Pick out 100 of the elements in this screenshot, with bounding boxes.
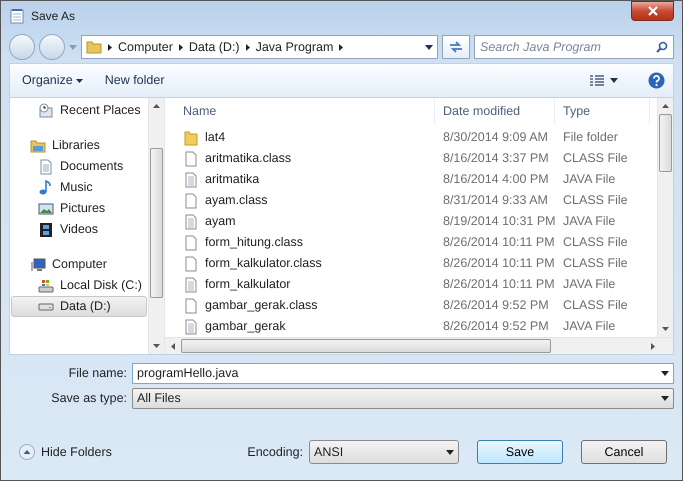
sidebar-item[interactable]: Computer: [11, 254, 147, 275]
date-modified: 8/30/2014 9:09 AM: [442, 129, 549, 146]
selected-sidebar-item[interactable]: Data (D:): [11, 296, 147, 317]
file-name[interactable]: gambar_gerak.class: [205, 296, 318, 315]
date-modified: 8/19/2014 10:31 PM: [442, 213, 555, 230]
file-list-scrollbar[interactable]: [657, 98, 673, 337]
blank-file-icon: [183, 256, 199, 272]
encoding-label: Encoding:: [247, 444, 303, 461]
search-icon: [656, 41, 668, 53]
file-type: CLASS File: [562, 234, 629, 252]
blank-file-icon: [183, 298, 199, 314]
save-button[interactable]: Save: [477, 440, 563, 464]
hide-folders-button[interactable]: Hide Folders: [19, 442, 112, 462]
scroll-thumb[interactable]: [659, 114, 672, 172]
new-folder-button[interactable]: New folder: [100, 69, 168, 92]
file-name-label: File name:: [68, 365, 127, 382]
dropdown-arrow-icon: [425, 44, 433, 50]
dropdown-arrow-icon: [661, 396, 669, 401]
chevron-icon: [246, 44, 250, 50]
organize-button[interactable]: Organize: [18, 69, 87, 92]
file-type: CLASS File: [562, 192, 629, 210]
address-bar[interactable]: Computer Data (D:) Java Program: [81, 35, 438, 59]
music-note-icon: [38, 180, 54, 196]
list-view-icon: [590, 74, 604, 86]
document-icon: [38, 158, 54, 174]
blank-file-icon: [183, 150, 199, 166]
sidebar-item[interactable]: Local Disk (C:): [11, 275, 147, 296]
breadcrumb[interactable]: Computer: [118, 38, 173, 56]
scroll-left-arrow-icon[interactable]: [171, 342, 175, 350]
blank-file-icon: [183, 192, 199, 208]
caret-icon: [610, 78, 618, 83]
film-strip-icon: [38, 222, 54, 238]
file-name[interactable]: form_hitung.class: [205, 233, 303, 252]
search-field[interactable]: Search Java Program: [474, 35, 674, 59]
horizontal-scrollbar[interactable]: [165, 337, 673, 354]
file-type: CLASS File: [562, 297, 629, 314]
chevron-icon: [339, 44, 344, 50]
forward-button[interactable]: [39, 34, 65, 60]
file-type: JAVA File: [562, 213, 616, 230]
scroll-right-arrow-icon[interactable]: [651, 342, 655, 350]
file-name[interactable]: aritmatika.class: [205, 149, 292, 168]
file-type: JAVA File: [562, 276, 616, 294]
date-modified: 8/26/2014 10:11 PM: [442, 234, 555, 252]
save-type-dropdown[interactable]: All Files: [132, 388, 674, 409]
file-name[interactable]: form_kalkulator: [205, 275, 290, 294]
save-type-label: Save as type:: [50, 390, 127, 408]
date-modified: 8/26/2014 9:52 PM: [442, 297, 550, 314]
text-file-icon: [183, 172, 199, 188]
sidebar-item[interactable]: Documents: [11, 156, 147, 177]
hard-disk-icon: [38, 278, 54, 294]
caret-icon: [76, 78, 83, 82]
breadcrumb[interactable]: Data (D:): [188, 38, 240, 56]
back-button[interactable]: [9, 34, 35, 60]
file-type: CLASS File: [562, 150, 629, 168]
dropdown-arrow-icon: [661, 371, 669, 376]
column-header[interactable]: Type: [555, 98, 650, 124]
file-name[interactable]: ayam.class: [205, 191, 268, 210]
file-type: File folder: [562, 129, 619, 146]
text-file-icon: [183, 318, 199, 334]
chevron-icon: [178, 44, 183, 50]
window-title: Save As: [31, 8, 76, 25]
dropdown-arrow-icon: [446, 450, 454, 454]
folder-icon: [183, 130, 199, 146]
sidebar-item[interactable]: Music: [11, 177, 147, 198]
file-type: CLASS File: [562, 255, 629, 272]
scroll-down-arrow-icon[interactable]: [153, 344, 160, 348]
date-modified: 8/26/2014 9:52 PM: [442, 318, 550, 336]
file-name[interactable]: gambar_gerak: [205, 317, 286, 336]
help-icon[interactable]: [648, 72, 665, 89]
scroll-up-arrow-icon[interactable]: [153, 104, 160, 108]
breadcrumb[interactable]: Java Program: [256, 38, 334, 56]
sidebar-item[interactable]: Pictures: [11, 198, 147, 219]
column-header[interactable]: Date modified: [435, 98, 555, 124]
sidebar-item[interactable]: Videos: [11, 219, 147, 240]
column-header[interactable]: Name: [175, 98, 435, 124]
chevron-icon: [108, 44, 112, 50]
encoding-dropdown[interactable]: ANSI: [309, 440, 459, 464]
sidebar-scrollbar[interactable]: [148, 98, 164, 354]
date-modified: 8/16/2014 3:37 PM: [442, 150, 550, 168]
file-name[interactable]: aritmatika: [205, 170, 260, 189]
sidebar-item[interactable]: Recent Places: [11, 100, 147, 121]
folder-icon: [86, 39, 102, 55]
scroll-thumb[interactable]: [150, 148, 163, 298]
scroll-down-arrow-icon[interactable]: [662, 327, 669, 331]
file-name[interactable]: form_kalkulator.class: [205, 254, 322, 273]
file-name-field[interactable]: programHello.java: [132, 363, 674, 384]
close-icon: [648, 6, 658, 16]
computer-icon: [30, 256, 46, 272]
sidebar-item[interactable]: Libraries: [11, 135, 147, 156]
collapse-icon: [19, 444, 35, 460]
file-name[interactable]: ayam: [205, 212, 236, 231]
refresh-button[interactable]: [442, 35, 470, 59]
text-file-icon: [183, 214, 199, 230]
file-name[interactable]: lat4: [205, 128, 226, 147]
scroll-up-arrow-icon[interactable]: [662, 104, 669, 108]
cancel-button[interactable]: Cancel: [581, 440, 667, 464]
scroll-thumb[interactable]: [181, 339, 551, 353]
file-type: JAVA File: [562, 318, 616, 336]
drive-icon: [38, 302, 54, 310]
close-button[interactable]: [631, 1, 674, 21]
